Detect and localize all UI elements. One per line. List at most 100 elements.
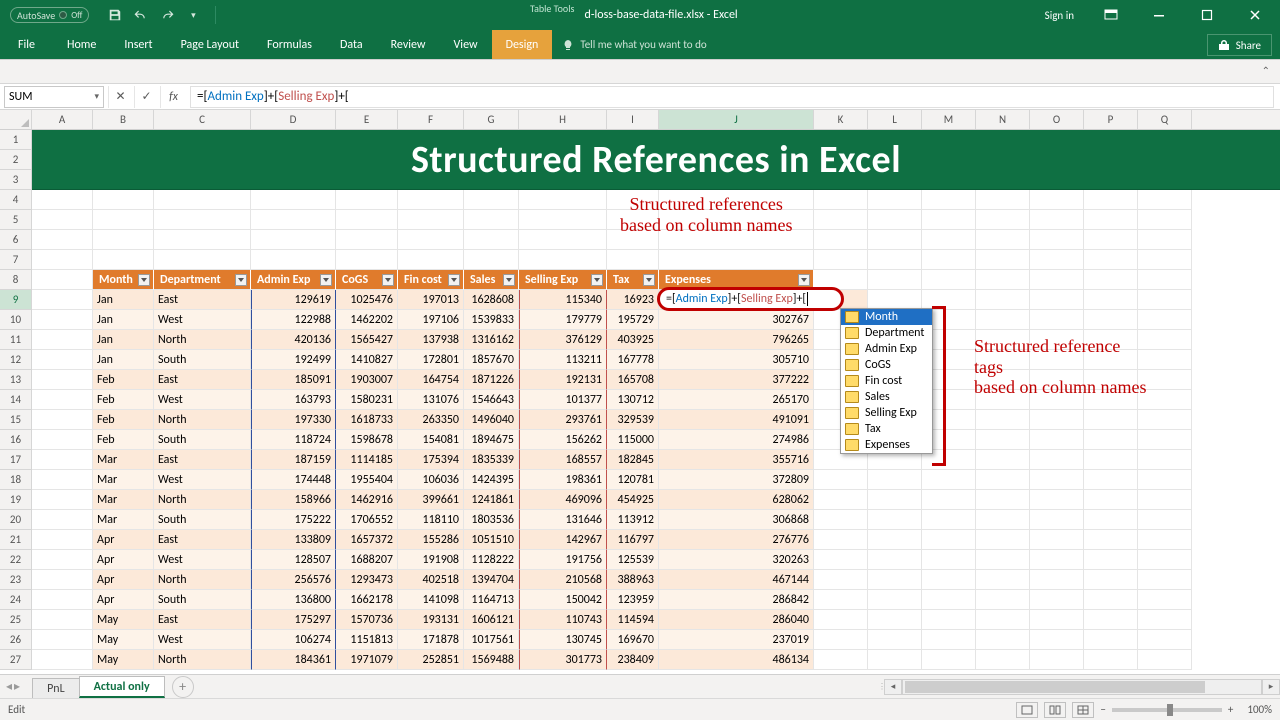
enter-formula-icon[interactable]: ✓ (134, 86, 158, 108)
table-cell[interactable]: 125539 (607, 550, 659, 570)
table-cell[interactable]: 252851 (398, 650, 464, 670)
table-cell[interactable]: West (154, 390, 251, 410)
column-header-L[interactable]: L (868, 110, 922, 129)
table-cell[interactable]: 197106 (398, 310, 464, 330)
select-all-button[interactable] (0, 110, 32, 129)
table-header-fin-cost[interactable]: Fin cost (398, 270, 464, 290)
row-header[interactable]: 21 (0, 530, 32, 550)
table-cell[interactable]: 491091 (659, 410, 814, 430)
filter-dropdown-icon[interactable] (591, 274, 603, 286)
table-cell[interactable]: East (154, 610, 251, 630)
table-cell[interactable]: 467144 (659, 570, 814, 590)
table-cell[interactable]: 286842 (659, 590, 814, 610)
table-cell[interactable]: Jan (93, 330, 154, 350)
table-cell[interactable]: South (154, 430, 251, 450)
filter-dropdown-icon[interactable] (138, 274, 150, 286)
worksheet-grid[interactable]: Structured References in Excel 12345678M… (0, 130, 1280, 686)
table-cell[interactable]: 158966 (251, 490, 336, 510)
table-cell[interactable]: 163793 (251, 390, 336, 410)
intellisense-item[interactable]: Tax (841, 421, 932, 437)
table-header-tax[interactable]: Tax (607, 270, 659, 290)
table-cell[interactable]: 182845 (607, 450, 659, 470)
intellisense-item[interactable]: Department (841, 325, 932, 341)
table-cell[interactable]: 1164713 (464, 590, 519, 610)
column-header-O[interactable]: O (1030, 110, 1084, 129)
table-cell[interactable]: Apr (93, 590, 154, 610)
table-cell[interactable]: 110743 (519, 610, 607, 630)
horizontal-scrollbar[interactable]: ⋮ ◂ ▸ (878, 679, 1280, 695)
table-cell[interactable]: West (154, 310, 251, 330)
table-cell[interactable]: Mar (93, 510, 154, 530)
table-cell[interactable]: 286040 (659, 610, 814, 630)
table-cell[interactable]: 305710 (659, 350, 814, 370)
table-cell[interactable]: East (154, 290, 251, 310)
tab-formulas[interactable]: Formulas (253, 30, 326, 59)
row-header[interactable]: 4 (0, 190, 32, 210)
table-cell[interactable]: 376129 (519, 330, 607, 350)
table-cell[interactable]: 320263 (659, 550, 814, 570)
table-cell[interactable]: 1657372 (336, 530, 398, 550)
active-cell-editor[interactable]: =[Admin Exp]+[Selling Exp]+[ (657, 287, 844, 311)
intellisense-item[interactable]: Fin cost (841, 373, 932, 389)
table-cell[interactable]: 198361 (519, 470, 607, 490)
table-cell[interactable]: 1955404 (336, 470, 398, 490)
table-cell[interactable]: 1410827 (336, 350, 398, 370)
zoom-slider[interactable] (1112, 708, 1222, 712)
row-header[interactable]: 12 (0, 350, 32, 370)
table-cell[interactable]: 1546643 (464, 390, 519, 410)
table-cell[interactable]: 197013 (398, 290, 464, 310)
table-cell[interactable]: 192131 (519, 370, 607, 390)
table-cell[interactable]: 1598678 (336, 430, 398, 450)
sign-in-link[interactable]: Sign in (1033, 9, 1086, 22)
table-header-admin-exp[interactable]: Admin Exp (251, 270, 336, 290)
table-cell[interactable]: Mar (93, 450, 154, 470)
table-cell[interactable]: 469096 (519, 490, 607, 510)
table-cell[interactable]: 191908 (398, 550, 464, 570)
table-cell[interactable]: 167778 (607, 350, 659, 370)
column-header-C[interactable]: C (154, 110, 251, 129)
intellisense-item[interactable]: Admin Exp (841, 341, 932, 357)
table-cell[interactable]: North (154, 650, 251, 670)
table-cell[interactable]: 1496040 (464, 410, 519, 430)
table-cell[interactable]: 372809 (659, 470, 814, 490)
intellisense-item[interactable]: Selling Exp (841, 405, 932, 421)
table-cell[interactable]: 301773 (519, 650, 607, 670)
table-cell[interactable]: 130745 (519, 630, 607, 650)
tab-home[interactable]: Home (53, 30, 110, 59)
table-cell[interactable]: 187159 (251, 450, 336, 470)
table-cell[interactable]: 265170 (659, 390, 814, 410)
table-cell[interactable]: North (154, 410, 251, 430)
table-cell[interactable]: 156262 (519, 430, 607, 450)
row-header[interactable]: 22 (0, 550, 32, 570)
table-cell[interactable]: 1539833 (464, 310, 519, 330)
table-cell[interactable]: 179779 (519, 310, 607, 330)
tab-insert[interactable]: Insert (110, 30, 166, 59)
table-cell[interactable]: 137938 (398, 330, 464, 350)
zoom-in-icon[interactable]: + (1228, 703, 1233, 716)
table-cell[interactable]: 420136 (251, 330, 336, 350)
table-cell[interactable]: 256576 (251, 570, 336, 590)
table-cell[interactable]: 175394 (398, 450, 464, 470)
row-header[interactable]: 2 (0, 150, 32, 170)
table-cell[interactable]: 1051510 (464, 530, 519, 550)
tab-file[interactable]: File (0, 30, 53, 59)
table-cell[interactable]: 1662178 (336, 590, 398, 610)
table-cell[interactable]: 150042 (519, 590, 607, 610)
name-box[interactable]: SUM▾ (4, 86, 104, 108)
maximize-icon[interactable] (1184, 0, 1230, 30)
table-cell[interactable]: 402518 (398, 570, 464, 590)
table-cell[interactable]: 114594 (607, 610, 659, 630)
table-cell[interactable]: Jan (93, 350, 154, 370)
filter-dropdown-icon[interactable] (382, 274, 394, 286)
table-cell[interactable]: North (154, 490, 251, 510)
row-header[interactable]: 11 (0, 330, 32, 350)
table-cell[interactable]: 133809 (251, 530, 336, 550)
row-header[interactable]: 24 (0, 590, 32, 610)
table-cell[interactable]: 1803536 (464, 510, 519, 530)
table-cell[interactable]: 1114185 (336, 450, 398, 470)
redo-icon[interactable] (155, 3, 179, 27)
zoom-level[interactable]: 100% (1247, 703, 1272, 716)
table-cell[interactable]: 1688207 (336, 550, 398, 570)
table-cell[interactable]: 113912 (607, 510, 659, 530)
table-cell[interactable]: 113211 (519, 350, 607, 370)
